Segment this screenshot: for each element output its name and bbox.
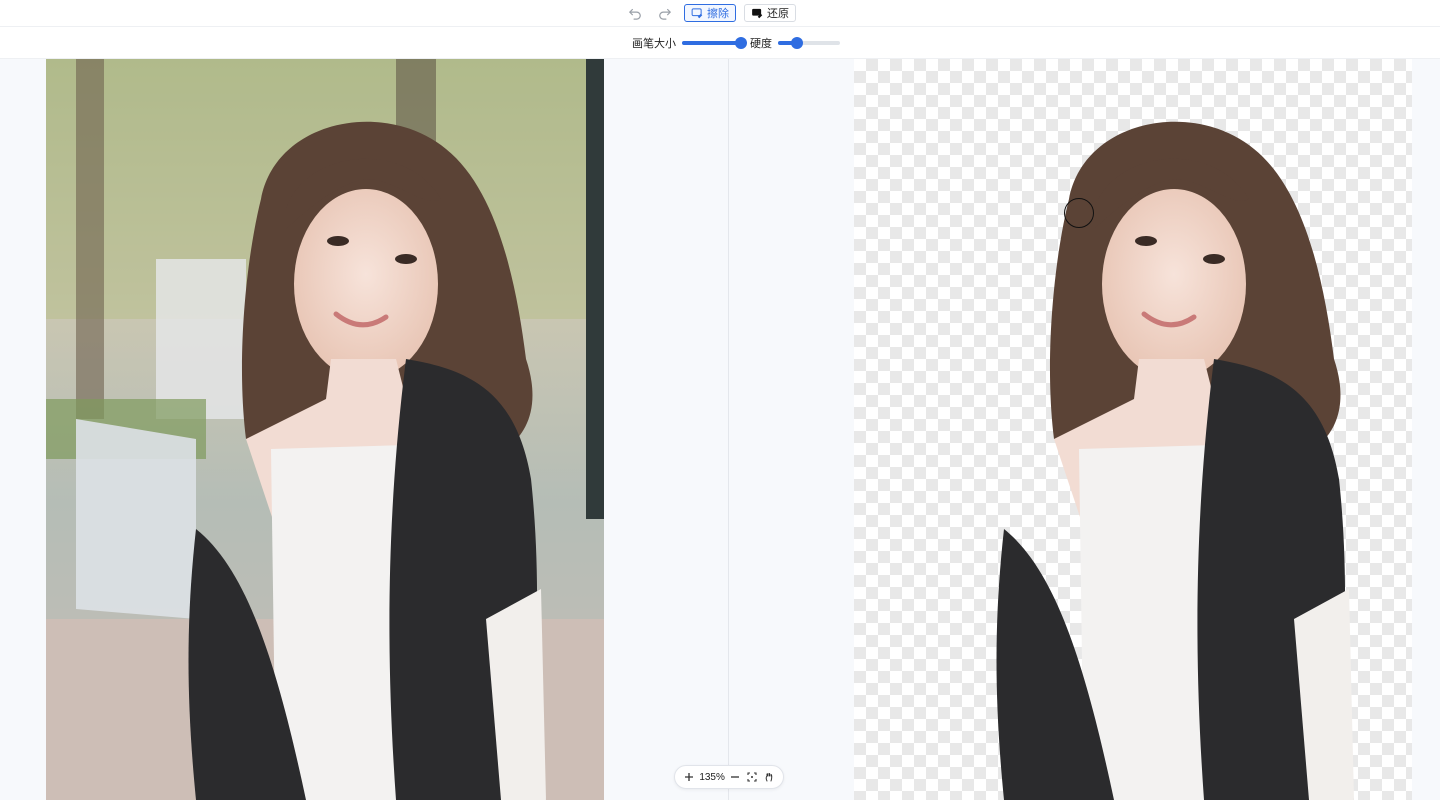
fit-screen-icon <box>747 772 757 782</box>
brush-size-slider[interactable] <box>682 37 747 49</box>
eraser-icon <box>691 8 703 19</box>
restore-brush-icon <box>752 8 763 19</box>
brush-settings-bar: 画笔大小 硬度 <box>0 27 1440 59</box>
restore-label: 还原 <box>767 8 789 20</box>
original-image-canvas[interactable] <box>46 59 604 800</box>
panel-divider <box>728 59 729 800</box>
undo-icon <box>629 8 641 20</box>
brush-cursor <box>1064 198 1094 228</box>
hardness-handle[interactable] <box>791 37 803 49</box>
edit-tools: 擦除 还原 <box>624 2 796 24</box>
hand-icon <box>765 773 772 782</box>
brush-size-label: 画笔大小 <box>632 38 676 50</box>
hardness-slider[interactable] <box>778 37 840 49</box>
restore-button[interactable]: 还原 <box>744 4 796 22</box>
zoom-controls: 135% <box>674 765 784 789</box>
brush-size-fill <box>682 41 741 45</box>
zoom-in-button[interactable] <box>682 770 696 784</box>
brush-size-handle[interactable] <box>735 37 747 49</box>
hardness-label: 硬度 <box>750 38 772 50</box>
top-toolbar: 擦除 还原 <box>0 0 1440 27</box>
brush-sliders: 画笔大小 硬度 <box>632 35 840 51</box>
cutout-photo <box>996 121 1354 800</box>
erase-label: 擦除 <box>707 8 729 20</box>
zoom-level: 135% <box>699 771 725 783</box>
undo-button[interactable] <box>624 2 646 24</box>
fit-screen-button[interactable] <box>745 770 759 784</box>
zoom-out-button[interactable] <box>728 770 742 784</box>
pan-button[interactable] <box>762 770 776 784</box>
erase-button[interactable]: 擦除 <box>684 4 736 22</box>
cutout-result-canvas[interactable] <box>854 59 1412 800</box>
minus-icon <box>730 776 739 778</box>
redo-button[interactable] <box>654 2 676 24</box>
redo-icon <box>659 8 671 20</box>
plus-icon <box>685 773 694 781</box>
original-photo <box>46 59 604 800</box>
